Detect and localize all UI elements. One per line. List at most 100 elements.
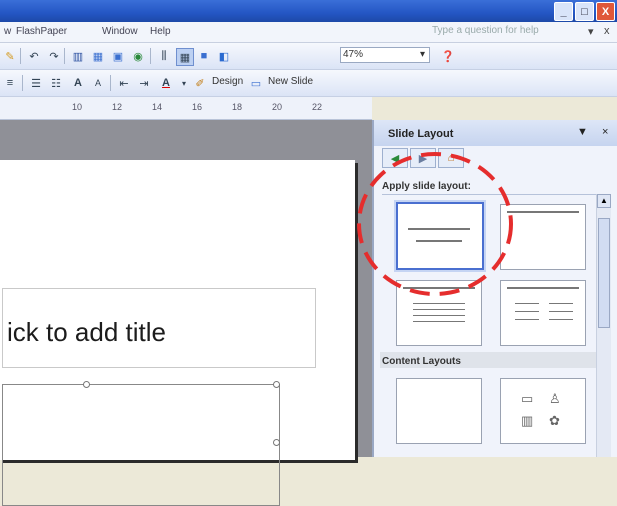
layout-line	[515, 319, 539, 320]
layout-line	[403, 287, 475, 289]
increase-font-icon[interactable]: A	[70, 75, 86, 91]
grid-icon[interactable]: ▦	[176, 48, 194, 66]
title-placeholder-text: ick to add title	[7, 317, 166, 347]
layout-line	[515, 311, 539, 312]
layout-line	[507, 211, 579, 213]
chevron-down-icon[interactable]: ▾	[588, 25, 594, 38]
layout-line	[549, 319, 573, 320]
back-icon[interactable]: ◀	[382, 148, 408, 168]
horizontal-ruler: 10 12 14 16 18 20 22	[0, 97, 372, 120]
ruler-label: 12	[112, 102, 123, 112]
close-icon[interactable]: X	[596, 2, 615, 21]
design-button[interactable]: Design	[212, 76, 243, 87]
layout-line	[413, 309, 465, 310]
chart-icon[interactable]: ▥	[70, 48, 86, 64]
home-icon[interactable]: ⌂	[438, 148, 464, 168]
forward-icon[interactable]: ▶	[410, 148, 436, 168]
format-painter-icon[interactable]: ✎	[2, 48, 18, 64]
color-grayscale-icon[interactable]: ■	[196, 48, 212, 64]
slide-layout-task-pane: Slide Layout ▼ × ◀ ▶ ⌂ Apply slide layou…	[372, 120, 617, 457]
align-right-icon[interactable]: ≡	[2, 75, 18, 91]
ruler-label: 10	[72, 102, 83, 112]
apply-layout-label: Apply slide layout:	[382, 181, 471, 192]
toolbar-separator	[64, 48, 65, 64]
close-icon[interactable]: ×	[602, 126, 608, 138]
redo-icon[interactable]: ↷	[46, 48, 62, 64]
chevron-down-icon[interactable]: ▼	[577, 126, 588, 138]
clipart-icon: ♙	[549, 391, 561, 406]
toolbar-separator	[110, 75, 111, 91]
layout-title-slide[interactable]	[396, 202, 484, 270]
expand-icon[interactable]: ◧	[216, 48, 232, 64]
layout-line	[549, 303, 573, 304]
resize-handle[interactable]	[83, 381, 90, 388]
task-pane-scrollbar[interactable]: ▲	[596, 194, 611, 457]
title-placeholder[interactable]: ick to add title	[2, 288, 316, 368]
layout-line	[549, 311, 573, 312]
toolbar-separator	[20, 48, 21, 64]
task-pane-header: Slide Layout ▼ ×	[374, 120, 617, 146]
layout-two-column-text[interactable]	[500, 280, 586, 346]
new-slide-button[interactable]: New Slide	[268, 76, 313, 87]
ruler-label: 22	[312, 102, 323, 112]
chart-icon: ▥	[521, 413, 534, 428]
layout-line	[413, 303, 465, 304]
insert-picture-icon[interactable]: ▣	[110, 48, 126, 64]
maximize-icon[interactable]: □	[575, 2, 594, 21]
chevron-down-icon[interactable]: ▾	[176, 75, 192, 91]
decrease-indent-icon[interactable]: ⇤	[116, 75, 132, 91]
design-icon[interactable]: ✐	[192, 75, 208, 91]
standard-toolbar: ✎ ↶ ↷ ▥ ▦ ▣ ◉ ⫼ ▦ ■ ◧ 47% ▾ ❓	[0, 43, 617, 70]
table-icon[interactable]: ▦	[90, 48, 106, 64]
layout-line	[515, 303, 539, 304]
layout-line	[408, 228, 470, 230]
layout-blank[interactable]	[396, 378, 482, 444]
ruler-label: 20	[272, 102, 283, 112]
layout-title-only[interactable]	[500, 204, 586, 270]
toolbar-separator	[22, 75, 23, 91]
zoom-dropdown-icon[interactable]: ▾	[420, 48, 425, 62]
task-pane-nav: ◀ ▶ ⌂	[382, 148, 464, 168]
help-search-input[interactable]: Type a question for help	[432, 25, 539, 36]
layout-line	[413, 315, 465, 316]
columns-icon[interactable]: ⫼	[156, 48, 172, 64]
resize-handle[interactable]	[273, 439, 280, 446]
content-layouts-label: Content Layouts	[382, 356, 461, 367]
menu-item-help[interactable]: Help	[150, 26, 171, 37]
menu-item-view[interactable]: w	[4, 26, 11, 37]
zoom-select[interactable]: 47% ▾	[340, 47, 430, 63]
decrease-font-icon[interactable]: A	[90, 75, 106, 91]
diagram-icon: ✿	[549, 413, 560, 428]
minimize-icon[interactable]: _	[554, 2, 573, 21]
content-placeholder[interactable]	[2, 381, 280, 506]
ruler-label: 16	[192, 102, 203, 112]
zoom-value: 47%	[343, 49, 364, 60]
numbered-list-icon[interactable]: ☰	[28, 75, 44, 91]
layout-line	[413, 321, 465, 322]
menu-item-window[interactable]: Window	[102, 26, 138, 37]
layout-line	[416, 240, 462, 242]
font-color-icon[interactable]: A	[158, 75, 174, 91]
task-pane-title: Slide Layout	[388, 128, 454, 140]
web-icon[interactable]: ◉	[130, 48, 146, 64]
increase-indent-icon[interactable]: ⇥	[136, 75, 152, 91]
table-icon: ▭	[521, 391, 534, 406]
toolbar-separator	[150, 48, 151, 64]
layout-title-text[interactable]	[396, 280, 482, 346]
resize-handle[interactable]	[273, 381, 280, 388]
bullet-list-icon[interactable]: ☷	[48, 75, 64, 91]
new-slide-icon[interactable]: ▭	[248, 75, 264, 91]
scroll-up-icon[interactable]: ▲	[597, 194, 611, 208]
scroll-thumb[interactable]	[598, 218, 610, 328]
menu-item-flashpaper[interactable]: FlashPaper	[16, 26, 67, 37]
close-document-button[interactable]: x	[604, 25, 610, 37]
layout-line	[507, 287, 579, 289]
slide[interactable]: ick to add title	[0, 160, 355, 506]
formatting-toolbar: ≡ ☰ ☷ A A ⇤ ⇥ A ▾ ✐ Design ▭ New Slide	[0, 70, 617, 97]
undo-icon[interactable]: ↶	[26, 48, 42, 64]
layout-content[interactable]: ▭ ♙ ▥ ✿	[500, 378, 586, 444]
window-title-bar: _ □ X	[0, 0, 617, 22]
slide-canvas: ick to add title	[0, 120, 372, 506]
ruler-label: 18	[232, 102, 243, 112]
help-icon[interactable]: ❓	[440, 48, 456, 64]
